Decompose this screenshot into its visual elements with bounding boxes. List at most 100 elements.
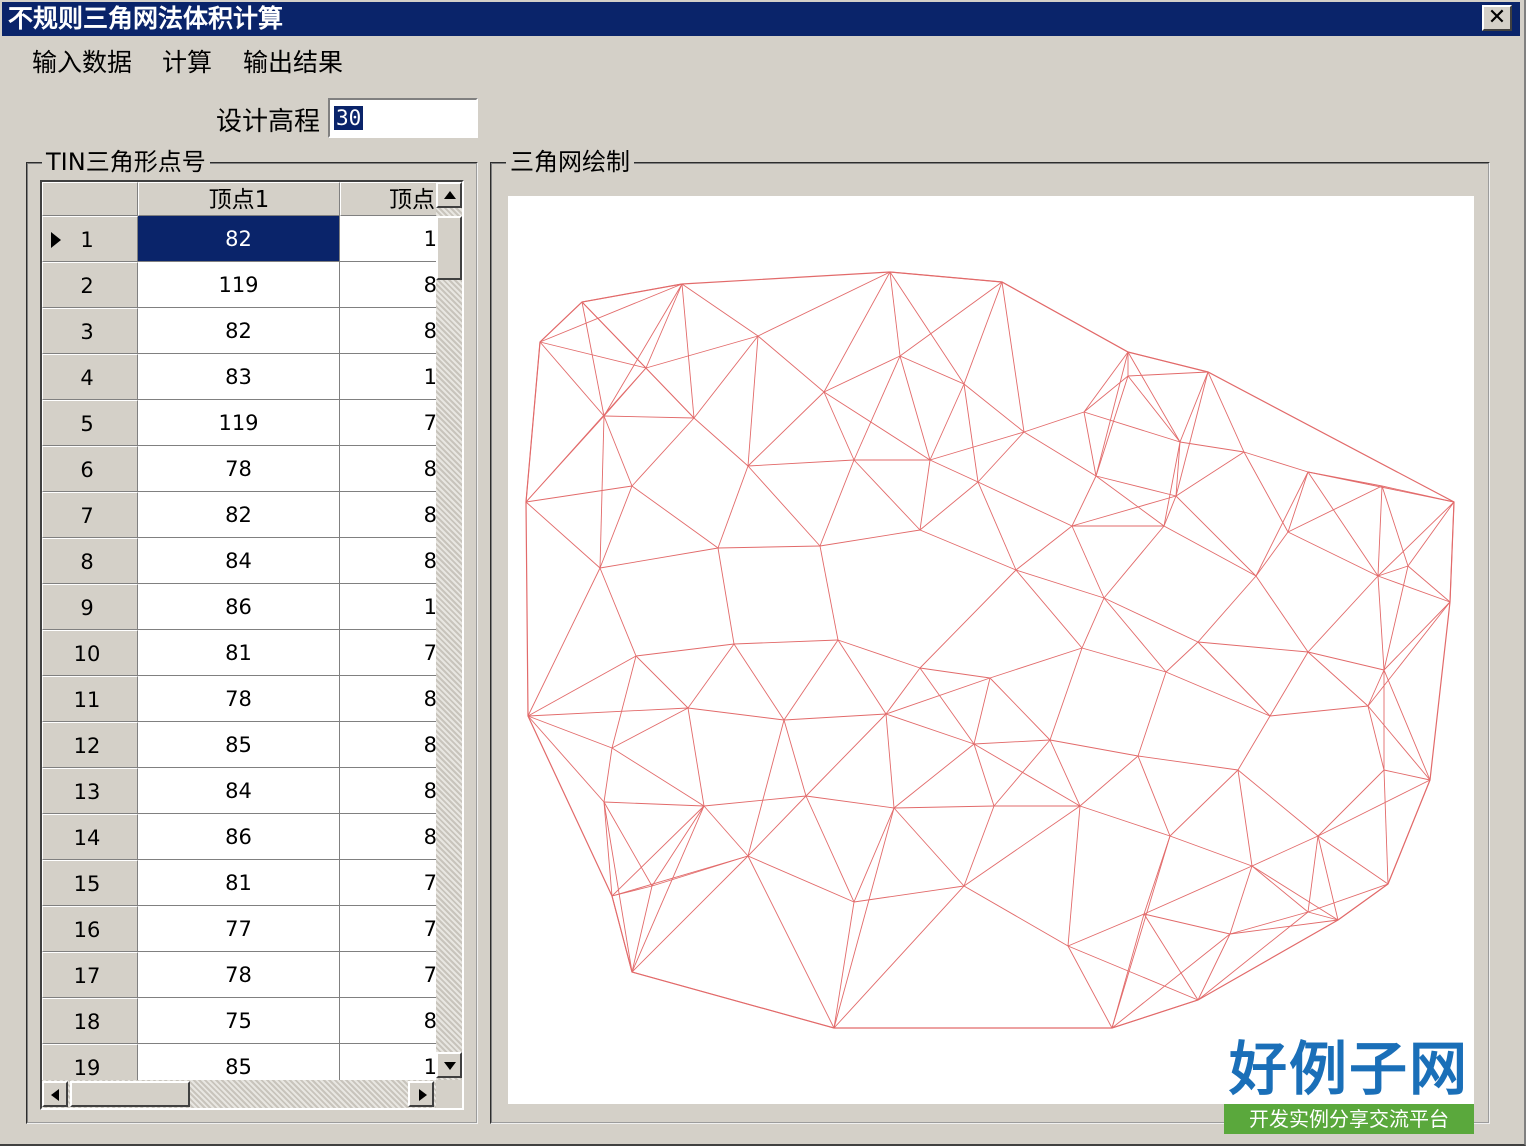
- close-button[interactable]: ✕: [1482, 5, 1512, 31]
- cell-vertex1[interactable]: 81: [138, 860, 340, 906]
- row-header[interactable]: 15: [42, 860, 138, 906]
- column-header-vertex2[interactable]: 顶点: [340, 182, 436, 216]
- table-row[interactable]: 9 86 1: [42, 584, 436, 630]
- cell-vertex2[interactable]: 8: [340, 722, 436, 768]
- cell-vertex2[interactable]: 1: [340, 354, 436, 400]
- title-bar[interactable]: 不规则三角网法体积计算 ✕: [2, 2, 1520, 36]
- cell-vertex2[interactable]: 8: [340, 446, 436, 492]
- row-header[interactable]: 14: [42, 814, 138, 860]
- cell-vertex1[interactable]: 82: [138, 308, 340, 354]
- row-header[interactable]: 4: [42, 354, 138, 400]
- cell-vertex2[interactable]: 8: [340, 262, 436, 308]
- table-row[interactable]: 15 81 7: [42, 860, 436, 906]
- table-row[interactable]: 13 84 8: [42, 768, 436, 814]
- table-row[interactable]: 7 82 8: [42, 492, 436, 538]
- cell-vertex1[interactable]: 82: [138, 492, 340, 538]
- horizontal-scroll-thumb[interactable]: [70, 1081, 190, 1107]
- row-header[interactable]: 3: [42, 308, 138, 354]
- scroll-down-button[interactable]: [436, 1052, 462, 1078]
- scroll-left-button[interactable]: [42, 1081, 68, 1107]
- row-header[interactable]: 2: [42, 262, 138, 308]
- design-elevation-input[interactable]: 30: [328, 98, 478, 138]
- tin-edge: [747, 855, 835, 1029]
- cell-vertex1[interactable]: 84: [138, 538, 340, 584]
- row-header[interactable]: 12: [42, 722, 138, 768]
- cell-vertex1[interactable]: 77: [138, 906, 340, 952]
- menu-output-results[interactable]: 输出结果: [243, 46, 343, 80]
- row-header[interactable]: 17: [42, 952, 138, 998]
- vertical-scrollbar[interactable]: [436, 182, 462, 1080]
- tin-edge: [1081, 647, 1167, 673]
- menu-calculate[interactable]: 计算: [162, 46, 212, 80]
- table-row[interactable]: 2 119 8: [42, 262, 436, 308]
- table-row[interactable]: 4 83 1: [42, 354, 436, 400]
- row-header[interactable]: 6: [42, 446, 138, 492]
- cell-vertex2[interactable]: 8: [340, 676, 436, 722]
- cell-vertex1[interactable]: 119: [138, 400, 340, 446]
- row-header[interactable]: 8: [42, 538, 138, 584]
- cell-vertex1[interactable]: 75: [138, 998, 340, 1044]
- cell-vertex1[interactable]: 85: [138, 722, 340, 768]
- cell-vertex2[interactable]: 7: [340, 400, 436, 446]
- table-row[interactable]: 12 85 8: [42, 722, 436, 768]
- row-header[interactable]: 7: [42, 492, 138, 538]
- row-header[interactable]: 18: [42, 998, 138, 1044]
- cell-vertex2[interactable]: 8: [340, 492, 436, 538]
- table-row[interactable]: 19 85 1: [42, 1044, 436, 1080]
- table-row[interactable]: 10 81 7: [42, 630, 436, 676]
- menu-input-data[interactable]: 输入数据: [32, 46, 132, 80]
- cell-vertex1[interactable]: 86: [138, 814, 340, 860]
- column-header-vertex1[interactable]: 顶点1: [138, 182, 340, 216]
- vertical-scroll-thumb[interactable]: [436, 216, 462, 280]
- cell-vertex2[interactable]: 1: [340, 1044, 436, 1080]
- horizontal-scrollbar[interactable]: [42, 1080, 436, 1108]
- cell-vertex2[interactable]: 7: [340, 952, 436, 998]
- cell-vertex2[interactable]: 8: [340, 814, 436, 860]
- tin-drawing-canvas[interactable]: [508, 196, 1474, 1104]
- tin-edge: [1407, 501, 1455, 567]
- row-header[interactable]: 11: [42, 676, 138, 722]
- row-header[interactable]: 5: [42, 400, 138, 446]
- row-header[interactable]: 13: [42, 768, 138, 814]
- cell-vertex1[interactable]: 78: [138, 676, 340, 722]
- cell-vertex1[interactable]: 81: [138, 630, 340, 676]
- scroll-right-button[interactable]: [408, 1081, 434, 1107]
- table-row[interactable]: 18 75 8: [42, 998, 436, 1044]
- cell-vertex2[interactable]: 7: [340, 860, 436, 906]
- cell-vertex2[interactable]: 1: [340, 584, 436, 630]
- cell-vertex1[interactable]: 83: [138, 354, 340, 400]
- table-row[interactable]: 5 119 7: [42, 400, 436, 446]
- cell-vertex2[interactable]: 7: [340, 906, 436, 952]
- row-header[interactable]: 1: [42, 216, 138, 262]
- row-header[interactable]: 19: [42, 1044, 138, 1080]
- row-header[interactable]: 10: [42, 630, 138, 676]
- row-header[interactable]: 16: [42, 906, 138, 952]
- tin-edge: [1251, 835, 1319, 867]
- cell-vertex1[interactable]: 85: [138, 1044, 340, 1080]
- table-row[interactable]: 3 82 8: [42, 308, 436, 354]
- cell-vertex1[interactable]: 78: [138, 446, 340, 492]
- cell-vertex1[interactable]: 119: [138, 262, 340, 308]
- row-number: 11: [73, 688, 101, 712]
- table-row[interactable]: 14 86 8: [42, 814, 436, 860]
- cell-vertex1[interactable]: 78: [138, 952, 340, 998]
- row-header[interactable]: 9: [42, 584, 138, 630]
- cell-vertex2[interactable]: 8: [340, 538, 436, 584]
- table-row[interactable]: 11 78 8: [42, 676, 436, 722]
- tin-data-grid[interactable]: 顶点1 顶点 1 82 1 2 119 8 3 82 8 4 83 1 5 119 7 6 78 8 7 82 8 8 84…: [40, 180, 464, 1110]
- table-row[interactable]: 1 82 1: [42, 216, 436, 262]
- cell-vertex2[interactable]: 7: [340, 630, 436, 676]
- table-row[interactable]: 6 78 8: [42, 446, 436, 492]
- cell-vertex2[interactable]: 1: [340, 216, 436, 262]
- table-row[interactable]: 16 77 7: [42, 906, 436, 952]
- table-row[interactable]: 8 84 8: [42, 538, 436, 584]
- scroll-up-button[interactable]: [436, 182, 462, 208]
- table-row[interactable]: 17 78 7: [42, 952, 436, 998]
- cell-vertex2[interactable]: 8: [340, 768, 436, 814]
- cell-vertex1[interactable]: 82: [138, 216, 340, 262]
- tin-edge: [1237, 769, 1319, 837]
- cell-vertex1[interactable]: 86: [138, 584, 340, 630]
- cell-vertex1[interactable]: 84: [138, 768, 340, 814]
- cell-vertex2[interactable]: 8: [340, 308, 436, 354]
- cell-vertex2[interactable]: 8: [340, 998, 436, 1044]
